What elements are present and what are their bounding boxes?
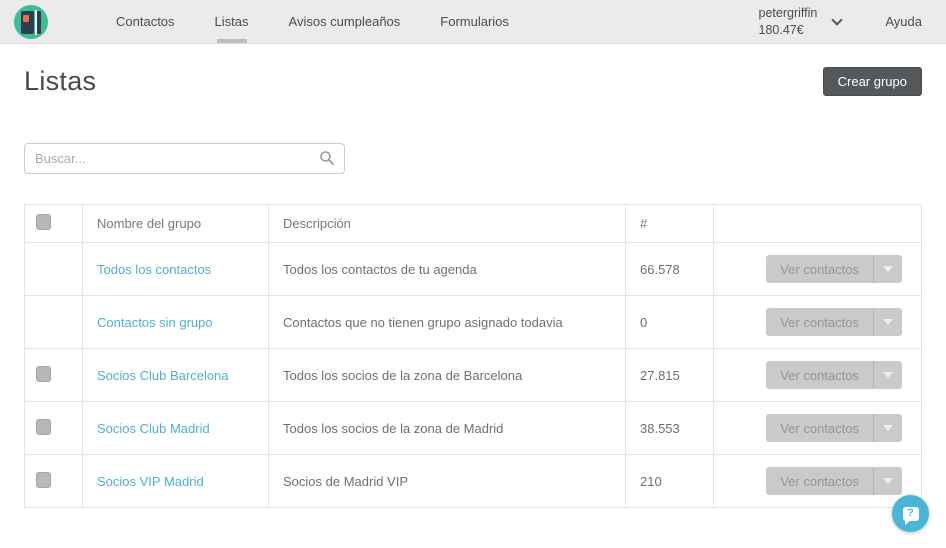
col-header-description: Descripción — [268, 204, 626, 243]
title-row: Listas Crear grupo — [24, 66, 922, 97]
logo-back-icon — [37, 10, 41, 34]
ver-contactos-button[interactable]: Ver contactos — [766, 467, 873, 495]
group-description: Contactos que no tienen grupo asignado t… — [268, 295, 626, 349]
nav-item-listas[interactable]: Listas — [195, 0, 269, 43]
caret-down-icon — [883, 266, 893, 272]
chevron-down-icon — [831, 13, 844, 26]
user-info: petergriffin 180.47€ — [759, 5, 818, 38]
header-right: petergriffin 180.47€ Ayuda — [759, 5, 922, 38]
search-icon[interactable] — [319, 150, 335, 166]
row-checkbox[interactable] — [36, 365, 51, 382]
logo-tag-icon — [23, 14, 29, 22]
select-all-checkbox[interactable] — [36, 214, 51, 230]
row-actions: Ver contactos — [766, 308, 902, 336]
ver-contactos-button[interactable]: Ver contactos — [766, 308, 873, 336]
app-logo[interactable] — [14, 4, 48, 39]
row-actions: Ver contactos — [766, 255, 902, 283]
caret-down-icon — [883, 478, 893, 484]
main-nav: Contactos Listas Avisos cumpleaños Formu… — [96, 0, 529, 43]
user-name: petergriffin — [758, 6, 818, 21]
row-checkbox[interactable] — [36, 471, 51, 488]
actions-dropdown-toggle[interactable] — [873, 414, 902, 442]
logo-book-icon — [21, 10, 34, 34]
group-link[interactable]: Socios Club Madrid — [97, 421, 210, 436]
ver-contactos-button[interactable]: Ver contactos — [766, 255, 873, 283]
main-content: Listas Crear grupo Nombre del grupo Desc… — [0, 44, 946, 508]
table-row-contactos-sin-grupo: Contactos sin grupo Contactos que no tie… — [24, 295, 922, 349]
caret-down-icon — [883, 425, 893, 431]
row-actions: Ver contactos — [766, 361, 902, 389]
page-title: Listas — [24, 66, 97, 96]
help-chat-button[interactable]: ? — [892, 495, 929, 532]
group-link[interactable]: Todos los contactos — [97, 262, 211, 277]
group-description: Todos los contactos de tu agenda — [268, 242, 626, 296]
row-actions: Ver contactos — [766, 414, 902, 442]
col-header-actions — [713, 204, 922, 243]
app-window: Contactos Listas Avisos cumpleaños Formu… — [0, 0, 946, 548]
group-description: Socios de Madrid VIP — [268, 454, 626, 508]
table-header-row: Nombre del grupo Descripción # — [24, 204, 922, 243]
actions-dropdown-toggle[interactable] — [873, 361, 902, 389]
ver-contactos-button[interactable]: Ver contactos — [766, 414, 873, 442]
row-actions: Ver contactos — [766, 467, 902, 495]
group-count: 38.553 — [625, 401, 714, 455]
nav-item-contactos[interactable]: Contactos — [96, 0, 195, 43]
caret-down-icon — [883, 319, 893, 325]
actions-dropdown-toggle[interactable] — [873, 255, 902, 283]
col-header-count: # — [625, 204, 714, 243]
table-row-socios-vip-madrid: Socios VIP Madrid Socios de Madrid VIP 2… — [24, 454, 922, 508]
search-input[interactable] — [24, 143, 345, 174]
row-checkbox[interactable] — [36, 418, 51, 435]
table-row-socios-club-barcelona: Socios Club Barcelona Todos los socios d… — [24, 348, 922, 402]
actions-dropdown-toggle[interactable] — [873, 308, 902, 336]
search-box — [24, 143, 345, 174]
chat-question-glyph: ? — [907, 507, 914, 519]
group-description: Todos los socios de la zona de Madrid — [268, 401, 626, 455]
group-count: 0 — [625, 295, 714, 349]
group-description: Todos los socios de la zona de Barcelona — [268, 348, 626, 402]
group-link[interactable]: Socios Club Barcelona — [97, 368, 229, 383]
table-row-todos-los-contactos: Todos los contactos Todos los contactos … — [24, 242, 922, 296]
col-header-name: Nombre del grupo — [82, 204, 269, 243]
caret-down-icon — [883, 372, 893, 378]
group-link[interactable]: Contactos sin grupo — [97, 315, 213, 330]
help-link[interactable]: Ayuda — [885, 14, 922, 29]
ver-contactos-button[interactable]: Ver contactos — [766, 361, 873, 389]
create-group-button[interactable]: Crear grupo — [822, 67, 922, 96]
chat-bubble-icon: ? — [902, 506, 919, 525]
group-count: 66.578 — [625, 242, 714, 296]
top-nav: Contactos Listas Avisos cumpleaños Formu… — [0, 0, 946, 44]
group-link[interactable]: Socios VIP Madrid — [97, 474, 204, 489]
actions-dropdown-toggle[interactable] — [873, 467, 902, 495]
user-balance: 180.47€ — [758, 22, 804, 37]
user-menu[interactable]: petergriffin 180.47€ — [759, 5, 844, 38]
group-count: 210 — [625, 454, 714, 508]
group-count: 27.815 — [625, 348, 714, 402]
table-row-socios-club-madrid: Socios Club Madrid Todos los socios de l… — [24, 401, 922, 455]
groups-table: Nombre del grupo Descripción # Todos los… — [24, 204, 922, 508]
nav-item-avisos-cumpleanos[interactable]: Avisos cumpleaños — [269, 0, 421, 43]
nav-item-formularios[interactable]: Formularios — [420, 0, 529, 43]
